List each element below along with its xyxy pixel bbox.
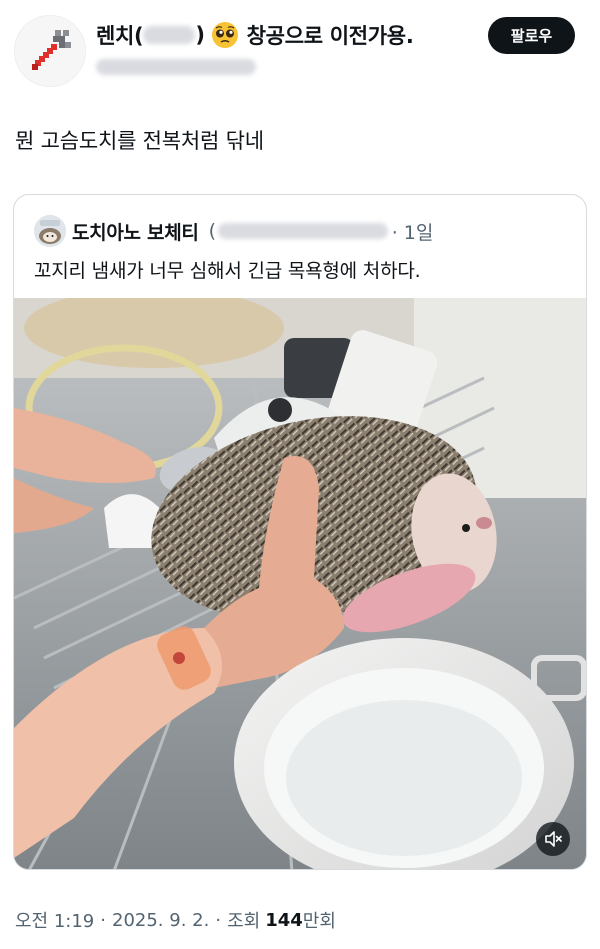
- redacted-quote-handle: [217, 223, 388, 239]
- author-name-suffix: ): [195, 23, 205, 47]
- post-date[interactable]: 2025. 9. 2.: [112, 910, 209, 931]
- hedgehog-avatar-icon: [34, 215, 66, 247]
- hedgehog-bath-video-frame: [14, 298, 586, 869]
- quote-author-avatar[interactable]: [34, 215, 66, 247]
- quote-author-name: 도치아노 보체티: [72, 221, 199, 244]
- meta-separator: ·: [100, 909, 106, 931]
- quote-author-row[interactable]: 도치아노 보체티 ( · 1일: [72, 214, 433, 248]
- redacted-name: [143, 26, 196, 44]
- wrench-icon: [15, 16, 85, 86]
- quote-text: 꼬지리 냄새가 너무 심해서 긴급 목욕형에 처하다.: [34, 260, 421, 282]
- author-name-prefix: 렌치(: [96, 24, 144, 48]
- quote-time[interactable]: · 1일: [392, 218, 434, 245]
- meta-separator: ·: [215, 909, 222, 931]
- author-avatar[interactable]: [14, 15, 86, 87]
- post-time[interactable]: 오전 1:19: [15, 907, 94, 933]
- quote-video[interactable]: [14, 298, 586, 869]
- author-name-row[interactable]: 렌치( ) 창공으로 이전가용.: [96, 20, 414, 50]
- post-meta: 오전 1:19 · 2025. 9. 2. · 조회 144 만회: [15, 906, 336, 934]
- views-label: 조회: [227, 911, 261, 932]
- post-header: 렌치( ) 창공으로 이전가용. 팔로우: [0, 0, 600, 90]
- mute-toggle-button[interactable]: [536, 822, 570, 856]
- author-handle[interactable]: [96, 55, 256, 79]
- post-text: 뭔 고슴도치를 전복처럼 닦네: [15, 129, 264, 153]
- quoted-post-card[interactable]: 도치아노 보체티 ( · 1일 꼬지리 냄새가 너무 심해서 긴급 목욕형에 처…: [13, 194, 587, 870]
- pleading-face-icon: [211, 21, 239, 49]
- views-unit: 만회: [302, 911, 336, 932]
- speaker-muted-icon: [545, 831, 562, 847]
- redacted-handle: [96, 59, 256, 75]
- views-count[interactable]: 144: [265, 910, 303, 931]
- author-name-tail: 창공으로 이전가용.: [246, 24, 414, 48]
- follow-button[interactable]: 팔로우: [488, 17, 575, 54]
- quote-author-name-prefix: (: [208, 220, 216, 242]
